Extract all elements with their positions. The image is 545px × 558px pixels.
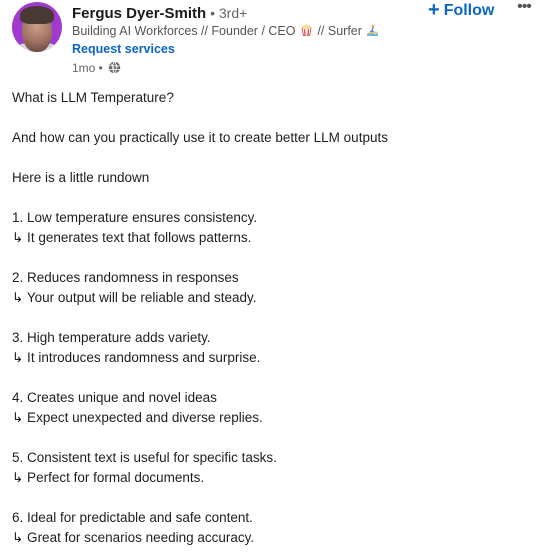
- point-title: 2. Reduces randomness in responses: [12, 270, 239, 285]
- follow-button[interactable]: + Follow: [428, 0, 494, 21]
- globe-icon: [109, 61, 121, 74]
- point-detail: ↳ Your output will be reliable and stead…: [12, 290, 257, 305]
- feed-post: Fergus Dyer-Smith • 3rd+ Building AI Wor…: [0, 0, 545, 558]
- follow-label: Follow: [443, 2, 495, 19]
- degree-separator: •: [206, 5, 219, 21]
- more-options-button[interactable]: •••: [514, 0, 534, 20]
- author-headline: Building AI Workforces // Founder / CEO …: [72, 23, 380, 39]
- point-title: 4. Creates unique and novel ideas: [12, 390, 217, 405]
- author-line: Fergus Dyer-Smith • 3rd+: [72, 3, 247, 24]
- connection-degree: 3rd+: [218, 5, 248, 21]
- author-avatar[interactable]: [12, 2, 62, 52]
- point-title: 5. Consistent text is useful for specifi…: [12, 450, 277, 465]
- author-name[interactable]: Fergus Dyer-Smith: [72, 5, 206, 22]
- point-title: 6. Ideal for predictable and safe conten…: [12, 510, 253, 525]
- headline-text-1: Building AI Workforces // Founder / CEO: [72, 24, 296, 38]
- point-detail: ↳ Great for scenarios needing accuracy.: [12, 530, 255, 545]
- point-title: 3. High temperature adds variety.: [12, 330, 211, 345]
- plus-icon: +: [428, 0, 440, 21]
- point-detail: ↳ It introduces randomness and surprise.: [12, 350, 261, 365]
- point-detail: ↳ It generates text that follows pattern…: [12, 230, 252, 245]
- popcorn-icon: [301, 24, 312, 36]
- headline-text-2: // Surfer: [317, 24, 362, 38]
- post-time: 1mo: [72, 61, 96, 75]
- point-title: 1. Low temperature ensures consistency.: [12, 210, 258, 225]
- post-meta: 1mo •: [72, 60, 121, 76]
- request-services-link[interactable]: Request services: [72, 41, 175, 57]
- surfer-icon: [367, 24, 379, 36]
- post-intro-line: Here is a little rundown: [12, 170, 150, 185]
- avatar-hair: [20, 6, 54, 24]
- post-intro-line: What is LLM Temperature?: [12, 90, 174, 105]
- point-detail: ↳ Perfect for formal documents.: [12, 470, 205, 485]
- post-body: What is LLM Temperature? And how can you…: [12, 88, 532, 548]
- point-detail: ↳ Expect unexpected and diverse replies.: [12, 410, 263, 425]
- post-intro-line: And how can you practically use it to cr…: [12, 130, 388, 145]
- meta-separator: •: [95, 61, 107, 75]
